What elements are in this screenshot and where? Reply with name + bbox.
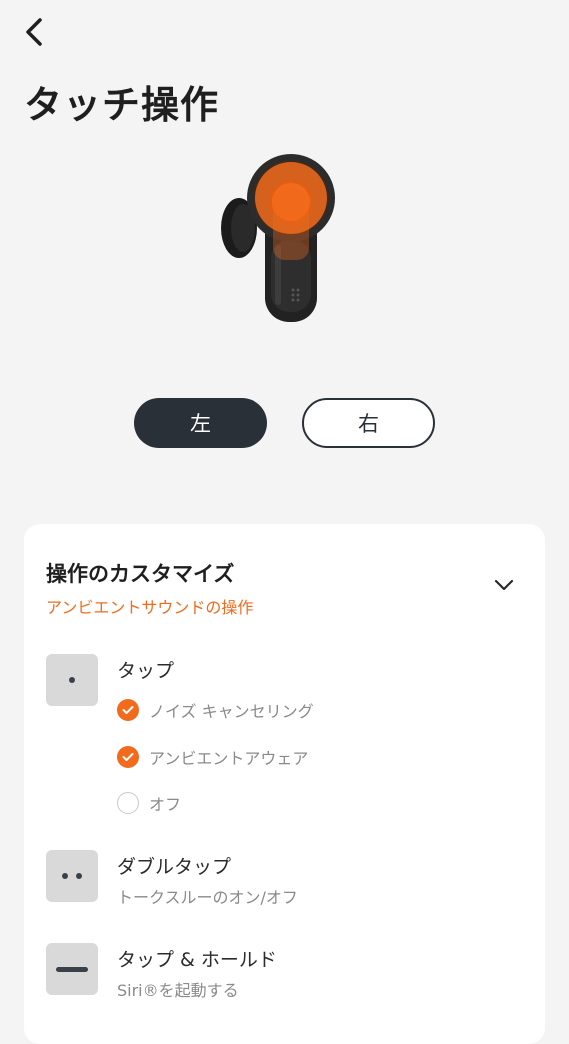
left-side-button[interactable]: 左 <box>134 398 267 448</box>
chevron-left-icon <box>26 18 42 46</box>
customize-header[interactable]: 操作のカスタマイズ アンビエントサウンドの操作 <box>46 558 523 618</box>
option-noise-cancelling[interactable]: ノイズ キャンセリング <box>117 698 314 722</box>
double-tap-icon <box>46 850 98 902</box>
gesture-tap: タップ ノイズ キャンセリング アンビエントアウェア オフ <box>46 654 526 834</box>
back-button[interactable] <box>14 12 54 52</box>
side-toggle: 左 右 <box>134 398 435 448</box>
option-label: オフ <box>149 795 182 814</box>
gesture-description: Siri®を起動する <box>117 981 239 1000</box>
gesture-description: トークスルーのオン/オフ <box>117 888 298 907</box>
right-side-button[interactable]: 右 <box>302 398 435 448</box>
option-ambient-aware[interactable]: アンビエントアウェア <box>117 745 308 769</box>
option-off[interactable]: オフ <box>117 791 181 815</box>
tap-hold-icon <box>46 943 98 995</box>
gesture-title: タップ & ホールド <box>117 949 277 971</box>
checkmark-icon <box>117 699 139 721</box>
gesture-title: ダブルタップ <box>117 856 232 878</box>
gesture-tap-hold[interactable]: タップ & ホールド Siri®を起動する <box>46 943 526 1003</box>
customize-title: 操作のカスタマイズ <box>46 562 235 586</box>
checkmark-icon <box>117 746 139 768</box>
option-label: アンビエントアウェア <box>149 749 309 768</box>
option-label: ノイズ キャンセリング <box>149 702 314 721</box>
single-tap-icon <box>46 654 98 706</box>
chevron-down-icon[interactable] <box>491 572 517 598</box>
earbud-image <box>221 154 335 322</box>
page-title: タッチ操作 <box>24 83 220 127</box>
customize-subtitle: アンビエントサウンドの操作 <box>46 598 254 617</box>
customize-card: 操作のカスタマイズ アンビエントサウンドの操作 タップ ノイズ キャンセリング … <box>24 524 545 1044</box>
gesture-title: タップ <box>117 660 175 682</box>
unchecked-circle-icon <box>117 792 139 814</box>
gesture-double-tap[interactable]: ダブルタップ トークスルーのオン/オフ <box>46 850 526 910</box>
